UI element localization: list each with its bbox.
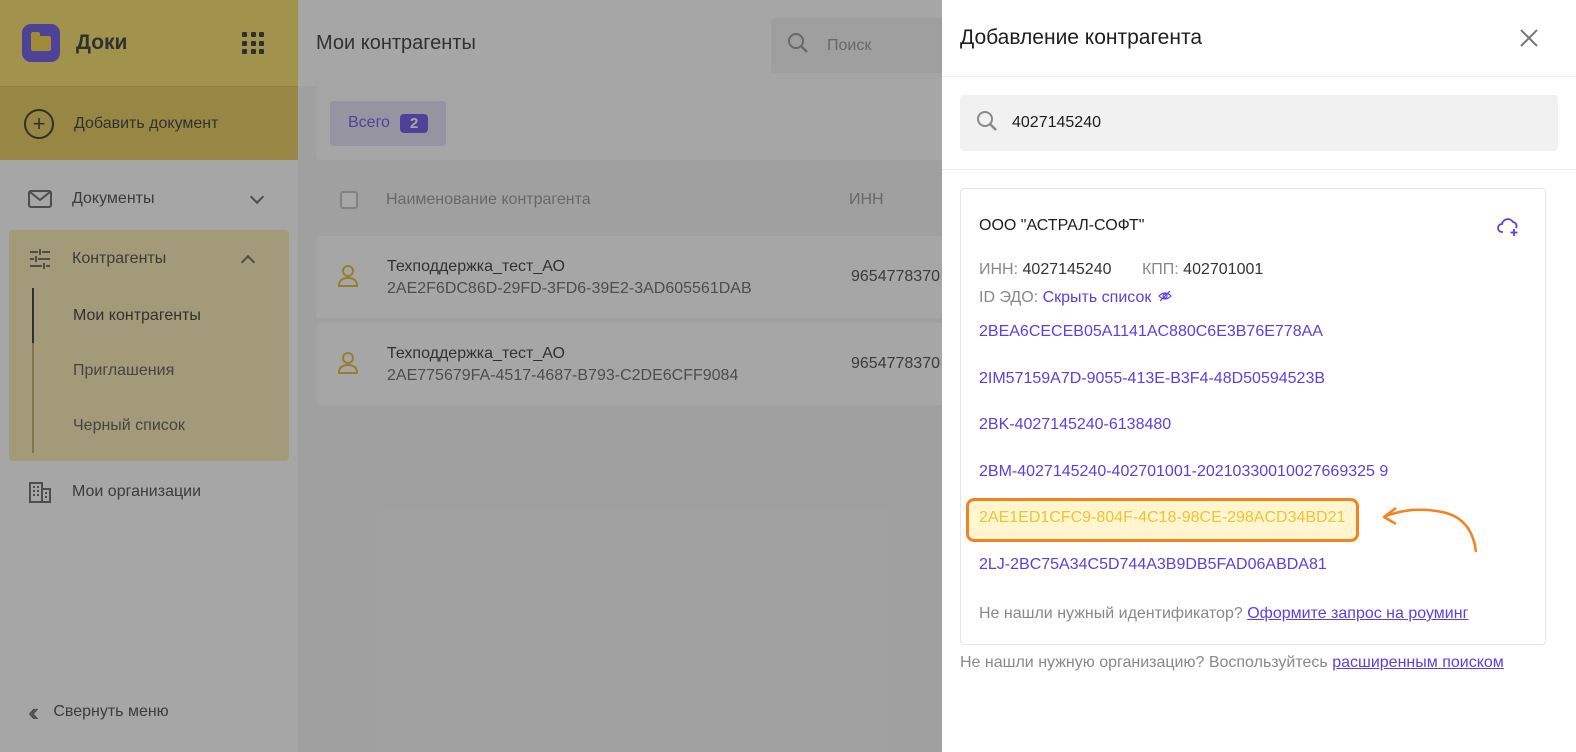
edo-id-item[interactable]: 2BK-4027145240-6138480 — [979, 416, 1171, 434]
roaming-request-link[interactable]: Оформите запрос на роуминг — [1247, 605, 1468, 622]
main-search-input[interactable]: Поиск — [771, 18, 971, 73]
contractors-group: Контрагенты Мои контрагенты Приглашения … — [9, 230, 289, 461]
logo-bar: Доки — [0, 0, 298, 86]
user-icon — [337, 264, 359, 293]
table-row[interactable]: Техподдержка_тест_АО 2AE775679FA-4517-46… — [316, 323, 976, 405]
inn-label: ИНН: — [979, 261, 1019, 278]
hide-list-label: Скрыть список — [1042, 289, 1152, 306]
sidebar-item-label: Документы — [72, 190, 155, 207]
sidebar-subitem-my-contractors[interactable]: Мои контрагенты — [32, 288, 289, 343]
add-document-button[interactable]: + Добавить документ — [0, 86, 298, 160]
not-found-line: Не нашли нужную организацию? Воспользуйт… — [960, 654, 1504, 672]
annotation-arrow-icon — [1382, 507, 1478, 553]
folder-icon — [22, 24, 60, 62]
collapse-menu-button[interactable]: ‹‹ Свернуть меню — [28, 692, 169, 732]
filter-chip-label: Всего — [348, 114, 390, 131]
sidebar-item-contractors[interactable]: Контрагенты — [9, 230, 289, 288]
sidebar: Доки + Добавить документ Документы Контр… — [0, 0, 298, 752]
edo-line: ID ЭДО: Скрыть список — [979, 289, 1172, 307]
chevron-up-icon — [240, 254, 256, 269]
inn-search-input[interactable] — [1012, 114, 1512, 132]
edo-id-item[interactable]: 2IM57159A7D-9055-413E-B3F4-48D50594523B — [979, 370, 1325, 388]
cloud-add-icon[interactable] — [1497, 217, 1521, 242]
chevron-down-icon — [249, 189, 265, 204]
apps-grid-icon[interactable] — [242, 32, 264, 54]
edo-id-item-highlighted[interactable]: 2AE1ED1CFC9-804F-4C18-98CE-298ACD34BD21 — [979, 509, 1345, 527]
sidebar-item-label: Мои организации — [72, 483, 202, 500]
contractors-sub-list: Мои контрагенты Приглашения Черный списо… — [32, 288, 289, 453]
close-button[interactable] — [1512, 21, 1546, 55]
sidebar-item-my-organizations[interactable]: Мои организации — [0, 463, 298, 521]
search-placeholder: Поиск — [827, 36, 872, 54]
organization-meta: ИНН: 4027145240 КПП: 402701001 — [979, 261, 1263, 279]
double-chevron-left-icon: ‹‹ — [28, 696, 40, 727]
add-contractor-drawer: Добавление контрагента ООО "АСТРАЛ-СОФТ"… — [942, 0, 1576, 752]
sidebar-subitem-blacklist[interactable]: Черный список — [32, 398, 289, 453]
add-document-label: Добавить документ — [74, 114, 219, 132]
filter-count-badge: 2 — [399, 113, 429, 133]
kpp-label: КПП: — [1141, 261, 1179, 278]
edo-id-item[interactable]: 2LJ-2BC75A34C5D744A3B9DB5FAD06ABDA81 — [979, 556, 1327, 574]
row-id: 2AE2F6DC86D-29FD-3FD6-39E2-3AD605561DAB — [387, 280, 752, 297]
drawer-title: Добавление контрагента — [960, 26, 1203, 49]
plus-circle-icon: + — [24, 108, 54, 139]
column-header-inn: ИНН — [849, 191, 884, 208]
drawer-search-wrap — [942, 77, 1576, 170]
not-found-text: Не нашли нужную организацию? Воспользуйт… — [960, 654, 1328, 671]
kpp-value: 402701001 — [1183, 261, 1264, 278]
contractors-icon — [28, 247, 52, 271]
eye-off-icon — [1157, 290, 1172, 302]
filter-bar: Всего 2 — [316, 86, 976, 160]
sidebar-item-documents[interactable]: Документы — [0, 170, 298, 228]
drawer-header: Добавление контрагента — [942, 0, 1576, 77]
app-name: Доки — [76, 31, 128, 54]
row-inn: 9654778370 — [851, 355, 940, 372]
filter-chip-all[interactable]: Всего 2 — [330, 100, 447, 146]
table-header: Наименование контрагента ИНН — [316, 176, 976, 224]
page-title: Мои контрагенты — [316, 31, 476, 54]
organization-result-card: ООО "АСТРАЛ-СОФТ" ИНН: 4027145240 КПП: 4… — [960, 188, 1546, 645]
row-id: 2AE775679FA-4517-4687-B793-C2DE6CFF9084 — [387, 367, 739, 384]
table-row[interactable]: Техподдержка_тест_АО 2AE2F6DC86D-29FD-3F… — [316, 236, 976, 318]
advanced-search-link[interactable]: расширенным поиском — [1332, 654, 1504, 671]
edo-label: ID ЭДО: — [979, 289, 1039, 306]
row-name: Техподдержка_тест_АО — [387, 345, 565, 362]
drawer-search-field[interactable] — [960, 95, 1558, 151]
sidebar-item-label: Контрагенты — [72, 250, 167, 267]
edo-id-item[interactable]: 2BM-4027145240-402701001-202103300100276… — [979, 463, 1388, 481]
hide-list-link[interactable]: Скрыть список — [1043, 289, 1172, 306]
row-inn: 9654778370 — [851, 268, 940, 285]
search-icon — [787, 32, 809, 59]
close-icon — [1520, 29, 1538, 47]
edo-id-item[interactable]: 2BEA6CECEB05A1141AC880C6E3B76E778AA — [979, 323, 1323, 341]
inn-value: 4027145240 — [1022, 261, 1112, 278]
sidebar-subitem-invitations[interactable]: Приглашения — [32, 343, 289, 398]
collapse-menu-label: Свернуть меню — [53, 703, 169, 720]
roaming-line: Не нашли нужный идентификатор? Оформите … — [979, 605, 1468, 623]
organization-name: ООО "АСТРАЛ-СОФТ" — [979, 217, 1145, 234]
user-icon — [337, 351, 359, 380]
row-name: Техподдержка_тест_АО — [387, 258, 565, 275]
mail-icon — [28, 187, 52, 211]
roaming-text: Не нашли нужный идентификатор? — [979, 605, 1243, 622]
search-icon — [976, 110, 998, 137]
select-all-checkbox[interactable] — [340, 191, 358, 209]
building-icon — [28, 480, 52, 504]
column-header-name: Наименование контрагента — [386, 191, 591, 208]
